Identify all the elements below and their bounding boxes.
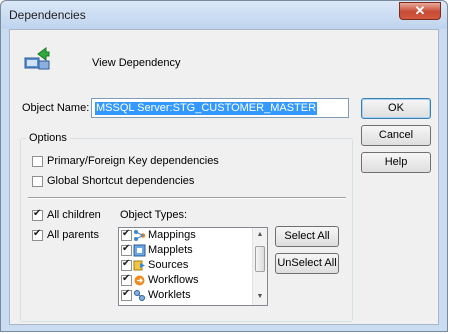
object-types-label: Object Types: (120, 209, 188, 221)
scroll-up-icon[interactable]: ▲ (254, 229, 266, 241)
mapping-icon (134, 230, 146, 241)
select-all-button[interactable]: Select All (275, 226, 339, 247)
source-icon (133, 260, 145, 271)
sources-checkbox[interactable] (121, 258, 132, 271)
dependencies-dialog: Dependencies ✕ View Dependency Object Na… (0, 0, 448, 332)
help-button[interactable]: Help (361, 152, 431, 173)
close-button[interactable]: ✕ (399, 2, 441, 20)
list-item-mappings[interactable]: Mappings (121, 228, 251, 243)
view-dependency-icon (24, 47, 50, 70)
window-title: Dependencies (9, 8, 86, 22)
workflow-icon (134, 275, 145, 286)
title-bar[interactable]: Dependencies ✕ (1, 1, 447, 29)
sources-label: Sources (148, 259, 189, 271)
cancel-button[interactable]: Cancel (361, 125, 431, 146)
mapplet-icon (133, 244, 146, 257)
mapplets-label: Mapplets (148, 244, 193, 256)
list-item-workflows[interactable]: Workflows (121, 273, 251, 288)
scroll-down-icon[interactable]: ▼ (254, 291, 266, 303)
worklets-checkbox[interactable] (121, 288, 132, 301)
object-types-list[interactable]: Mappings Mapplets Sources Workflows Work (118, 227, 268, 306)
unselect-all-button[interactable]: UnSelect All (275, 253, 339, 274)
scrollbar-thumb[interactable] (255, 246, 265, 272)
workflows-checkbox[interactable] (121, 273, 132, 286)
all-children-label[interactable]: All children (47, 209, 101, 221)
ok-button[interactable]: OK (361, 98, 431, 119)
options-divider (28, 197, 346, 199)
global-shortcut-label[interactable]: Global Shortcut dependencies (47, 175, 194, 187)
workflows-label: Workflows (148, 274, 199, 286)
object-name-value: MSSQL Server:STG_CUSTOMER_MASTER (95, 102, 318, 115)
global-shortcut-checkbox[interactable] (32, 176, 43, 187)
mappings-checkbox[interactable] (121, 228, 132, 241)
primary-foreign-key-label[interactable]: Primary/Foreign Key dependencies (47, 155, 219, 167)
list-item-mapplets[interactable]: Mapplets (121, 243, 251, 258)
worklets-label: Worklets (148, 289, 191, 301)
mappings-label: Mappings (148, 229, 196, 241)
all-parents-label[interactable]: All parents (47, 229, 99, 241)
primary-foreign-key-checkbox[interactable] (32, 156, 43, 167)
options-group-title: Options (26, 132, 70, 144)
mapplets-checkbox[interactable] (121, 243, 132, 256)
worklet-icon (134, 290, 145, 301)
close-icon: ✕ (414, 3, 426, 18)
all-children-checkbox[interactable] (32, 208, 43, 221)
list-item-worklets[interactable]: Worklets (121, 288, 251, 303)
all-parents-checkbox[interactable] (32, 228, 43, 241)
header-text: View Dependency (92, 57, 181, 69)
object-name-field[interactable]: MSSQL Server:STG_CUSTOMER_MASTER (91, 98, 349, 118)
list-item-sources[interactable]: Sources (121, 258, 251, 273)
object-name-label: Object Name: (22, 102, 90, 114)
object-types-scrollbar[interactable]: ▲ ▼ (252, 228, 267, 305)
dialog-body: View Dependency Object Name: MSSQL Serve… (9, 29, 439, 325)
